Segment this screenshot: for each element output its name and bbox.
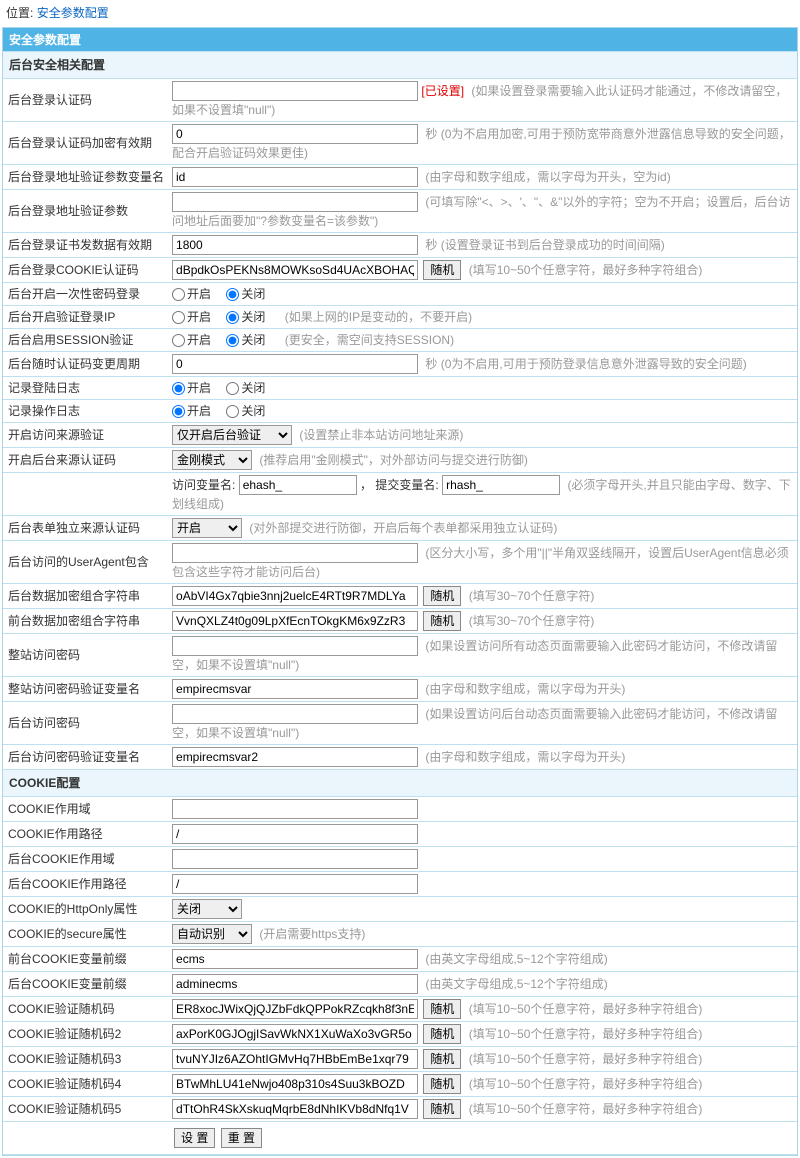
reset-button[interactable]: 重 置 bbox=[221, 1128, 262, 1148]
config-panel: 安全参数配置 后台安全相关配置 后台登录认证码 [已设置] (如果设置登录需要输… bbox=[2, 27, 798, 1156]
cookie-domain-input[interactable] bbox=[172, 799, 418, 819]
once-pwd-off[interactable] bbox=[226, 288, 239, 301]
random-button[interactable]: 随机 bbox=[423, 1049, 461, 1069]
random-button[interactable]: 随机 bbox=[423, 260, 461, 280]
random-button[interactable]: 随机 bbox=[423, 586, 461, 606]
cookie-rnd4-input[interactable] bbox=[172, 1074, 418, 1094]
ref-check-select[interactable]: 仅开启后台验证 bbox=[172, 425, 292, 445]
oper-log-off[interactable] bbox=[226, 405, 239, 418]
enc-back-input[interactable] bbox=[172, 586, 418, 606]
login-code-exp-input[interactable] bbox=[172, 124, 418, 144]
random-button[interactable]: 随机 bbox=[423, 1099, 461, 1119]
session-on[interactable] bbox=[172, 334, 185, 347]
front-cookie-pre-input[interactable] bbox=[172, 949, 418, 969]
login-code-input[interactable] bbox=[172, 81, 418, 101]
cookie-rnd2-input[interactable] bbox=[172, 1024, 418, 1044]
config-table: 后台安全相关配置 后台登录认证码 [已设置] (如果设置登录需要输入此认证码才能… bbox=[3, 51, 797, 1155]
once-pwd-on[interactable] bbox=[172, 288, 185, 301]
secure-select[interactable]: 自动识别 bbox=[172, 924, 252, 944]
site-pwd-var-input[interactable] bbox=[172, 679, 418, 699]
cookie-rnd3-input[interactable] bbox=[172, 1049, 418, 1069]
login-log-off[interactable] bbox=[226, 382, 239, 395]
bind-ip-off[interactable] bbox=[226, 311, 239, 324]
addr-param-input[interactable] bbox=[172, 192, 418, 212]
cert-exp-input[interactable] bbox=[172, 235, 418, 255]
addr-var-input[interactable] bbox=[172, 167, 418, 187]
site-pwd-input[interactable] bbox=[172, 636, 418, 656]
breadcrumb-link[interactable]: 安全参数配置 bbox=[37, 6, 109, 20]
admin-cookie-domain-input[interactable] bbox=[172, 849, 418, 869]
cookie-path-input[interactable] bbox=[172, 824, 418, 844]
random-button[interactable]: 随机 bbox=[423, 1024, 461, 1044]
submit-button[interactable]: 设 置 bbox=[174, 1128, 215, 1148]
breadcrumb: 位置: 安全参数配置 bbox=[0, 0, 800, 25]
set-flag: [已设置] bbox=[421, 84, 464, 98]
httponly-select[interactable]: 关闭 bbox=[172, 899, 242, 919]
submit-var-input[interactable] bbox=[442, 475, 560, 495]
random-button[interactable]: 随机 bbox=[423, 999, 461, 1019]
panel-title: 安全参数配置 bbox=[3, 28, 797, 51]
ua-input[interactable] bbox=[172, 543, 418, 563]
random-button[interactable]: 随机 bbox=[423, 611, 461, 631]
section-header-security: 后台安全相关配置 bbox=[3, 52, 797, 79]
admin-pwd-input[interactable] bbox=[172, 704, 418, 724]
random-button[interactable]: 随机 bbox=[423, 1074, 461, 1094]
enc-front-input[interactable] bbox=[172, 611, 418, 631]
admin-pwd-var-input[interactable] bbox=[172, 747, 418, 767]
cookie-code-input[interactable] bbox=[172, 260, 418, 280]
oper-log-on[interactable] bbox=[172, 405, 185, 418]
session-off[interactable] bbox=[226, 334, 239, 347]
row-label: 后台登录认证码 bbox=[3, 79, 168, 122]
login-log-on[interactable] bbox=[172, 382, 185, 395]
admin-cookie-path-input[interactable] bbox=[172, 874, 418, 894]
cookie-rnd1-input[interactable] bbox=[172, 999, 418, 1019]
ref-code-select[interactable]: 金刚模式 bbox=[172, 450, 252, 470]
admin-cookie-pre-input[interactable] bbox=[172, 974, 418, 994]
form-ref-select[interactable]: 开启 bbox=[172, 518, 242, 538]
rand-cycle-input[interactable] bbox=[172, 354, 418, 374]
bind-ip-on[interactable] bbox=[172, 311, 185, 324]
visit-var-input[interactable] bbox=[239, 475, 357, 495]
cookie-rnd5-input[interactable] bbox=[172, 1099, 418, 1119]
section-header-cookie: COOKIE配置 bbox=[3, 770, 797, 797]
